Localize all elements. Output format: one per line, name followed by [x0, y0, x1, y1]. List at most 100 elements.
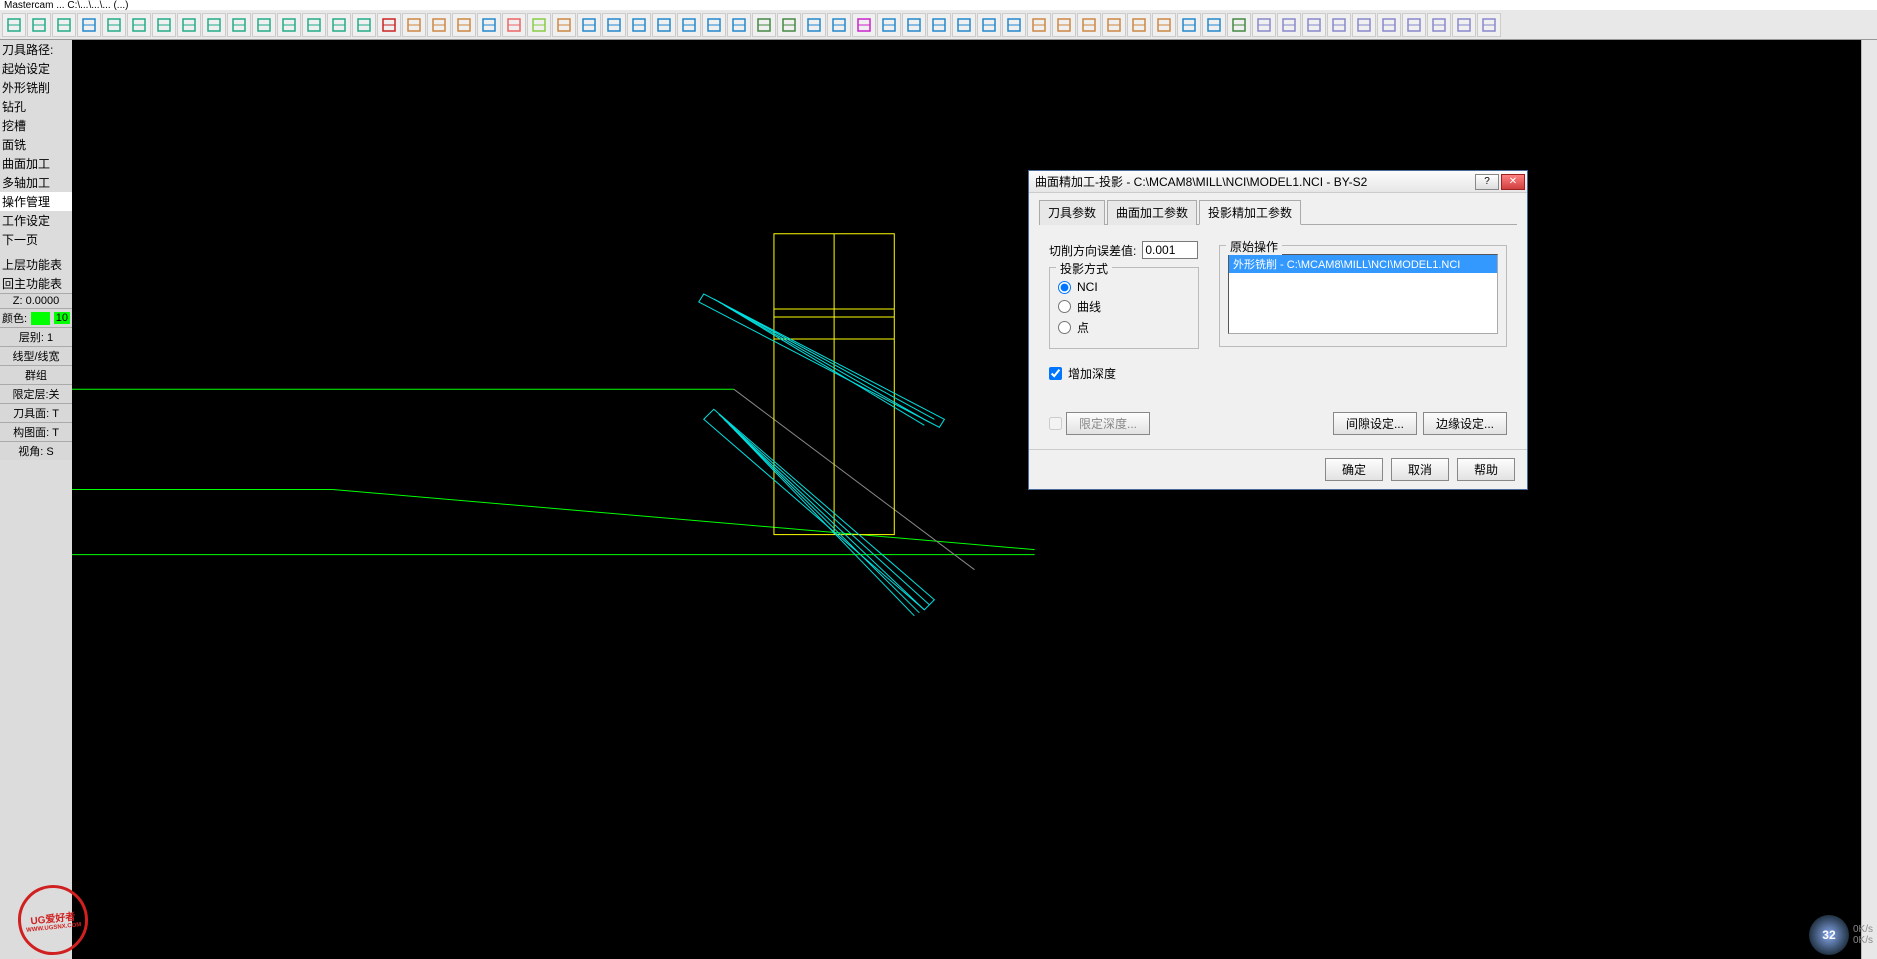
- cancel-button[interactable]: 取消: [1391, 458, 1449, 481]
- toolbar-button-28[interactable]: [702, 13, 726, 37]
- toolbar-button-52[interactable]: [1302, 13, 1326, 37]
- radio-curve[interactable]: [1058, 300, 1071, 313]
- toolbar-button-40[interactable]: [1002, 13, 1026, 37]
- source-op-item[interactable]: 外形铣削 - C:\MCAM8\MILL\NCI\MODEL1.NCI: [1229, 255, 1497, 273]
- toolbar-button-54[interactable]: [1352, 13, 1376, 37]
- status-level[interactable]: 层别: 1: [0, 327, 72, 346]
- edge-settings-button[interactable]: 边缘设定...: [1423, 412, 1507, 435]
- toolbar-button-9[interactable]: [227, 13, 251, 37]
- toolbar-button-4[interactable]: [102, 13, 126, 37]
- radio-nci[interactable]: [1058, 281, 1071, 294]
- toolbar-button-49[interactable]: [1227, 13, 1251, 37]
- toolbar-button-21[interactable]: [527, 13, 551, 37]
- status-view[interactable]: 视角: S: [0, 441, 72, 460]
- side-item-6[interactable]: 曲面加工: [0, 154, 72, 173]
- speed-gauge[interactable]: 32: [1809, 915, 1849, 955]
- toolbar-button-36[interactable]: [902, 13, 926, 37]
- toolbar-button-51[interactable]: [1277, 13, 1301, 37]
- toolbar-button-2[interactable]: [52, 13, 76, 37]
- toolbar-button-56[interactable]: [1402, 13, 1426, 37]
- toolbar-button-22[interactable]: [552, 13, 576, 37]
- toolbar-button-26[interactable]: [652, 13, 676, 37]
- toolbar-button-48[interactable]: [1202, 13, 1226, 37]
- toolbar-button-37[interactable]: [927, 13, 951, 37]
- toolbar-button-17[interactable]: [427, 13, 451, 37]
- vertical-scrollbar[interactable]: [1861, 40, 1877, 959]
- toolbar-button-38[interactable]: [952, 13, 976, 37]
- status-linetype[interactable]: 线型/线宽: [0, 346, 72, 365]
- side-item-13[interactable]: 回主功能表: [0, 274, 72, 293]
- viewport[interactable]: [72, 40, 1877, 959]
- toolbar-button-24[interactable]: [602, 13, 626, 37]
- toolbar-button-45[interactable]: [1127, 13, 1151, 37]
- side-item-12[interactable]: 上层功能表: [0, 255, 72, 274]
- toolbar-button-33[interactable]: [827, 13, 851, 37]
- toolbar-button-53[interactable]: [1327, 13, 1351, 37]
- toolbar-button-7[interactable]: [177, 13, 201, 37]
- gap-settings-button[interactable]: 间隙设定...: [1333, 412, 1417, 435]
- side-item-7[interactable]: 多轴加工: [0, 173, 72, 192]
- add-depth-checkbox[interactable]: [1049, 367, 1062, 380]
- toolbar-button-10[interactable]: [252, 13, 276, 37]
- help-button[interactable]: 帮助: [1457, 458, 1515, 481]
- side-item-0[interactable]: 刀具路径:: [0, 40, 72, 59]
- toolbar-button-31[interactable]: [777, 13, 801, 37]
- ok-button[interactable]: 确定: [1325, 458, 1383, 481]
- dialog-titlebar[interactable]: 曲面精加工-投影 - C:\MCAM8\MILL\NCI\MODEL1.NCI …: [1029, 171, 1527, 193]
- toolbar-button-20[interactable]: [502, 13, 526, 37]
- toolbar-button-32[interactable]: [802, 13, 826, 37]
- toolbar-button-59[interactable]: [1477, 13, 1501, 37]
- toolbar-button-27[interactable]: [677, 13, 701, 37]
- toolbar-button-15[interactable]: [377, 13, 401, 37]
- help-icon[interactable]: ?: [1475, 174, 1499, 190]
- toolbar-button-44[interactable]: [1102, 13, 1126, 37]
- toolbar-button-41[interactable]: [1027, 13, 1051, 37]
- status-z[interactable]: Z: 0.0000: [0, 293, 72, 308]
- toolbar-button-46[interactable]: [1152, 13, 1176, 37]
- side-item-4[interactable]: 挖槽: [0, 116, 72, 135]
- status-color[interactable]: 颜色: 10: [0, 308, 72, 327]
- toolbar-button-23[interactable]: [577, 13, 601, 37]
- side-item-10[interactable]: 下一页: [0, 230, 72, 249]
- toolbar-button-11[interactable]: [277, 13, 301, 37]
- toolbar-button-19[interactable]: [477, 13, 501, 37]
- tab-surface-params[interactable]: 曲面加工参数: [1107, 200, 1197, 225]
- toolbar-button-16[interactable]: [402, 13, 426, 37]
- toolbar-button-50[interactable]: [1252, 13, 1276, 37]
- toolbar-button-5[interactable]: [127, 13, 151, 37]
- toolbar-button-55[interactable]: [1377, 13, 1401, 37]
- toolbar-button-57[interactable]: [1427, 13, 1451, 37]
- side-item-9[interactable]: 工作设定: [0, 211, 72, 230]
- close-icon[interactable]: ✕: [1501, 174, 1525, 190]
- toolbar-button-1[interactable]: [27, 13, 51, 37]
- radio-point[interactable]: [1058, 321, 1071, 334]
- toolbar-button-6[interactable]: [152, 13, 176, 37]
- toolbar-button-39[interactable]: [977, 13, 1001, 37]
- status-limit[interactable]: 限定层:关: [0, 384, 72, 403]
- toolbar-button-47[interactable]: [1177, 13, 1201, 37]
- toolbar-button-29[interactable]: [727, 13, 751, 37]
- toolbar-button-25[interactable]: [627, 13, 651, 37]
- toolbar-button-18[interactable]: [452, 13, 476, 37]
- toolbar-button-12[interactable]: [302, 13, 326, 37]
- toolbar-button-35[interactable]: [877, 13, 901, 37]
- toolbar-button-13[interactable]: [327, 13, 351, 37]
- toolbar-button-34[interactable]: [852, 13, 876, 37]
- toolbar-button-0[interactable]: [2, 13, 26, 37]
- toolbar-button-14[interactable]: [352, 13, 376, 37]
- toolbar-button-58[interactable]: [1452, 13, 1476, 37]
- side-item-5[interactable]: 面铣: [0, 135, 72, 154]
- status-group[interactable]: 群组: [0, 365, 72, 384]
- status-wcs[interactable]: 构图面: T: [0, 422, 72, 441]
- side-item-1[interactable]: 起始设定: [0, 59, 72, 78]
- tolerance-input[interactable]: [1142, 241, 1198, 259]
- tab-projection-params[interactable]: 投影精加工参数: [1199, 200, 1301, 225]
- source-ops-list[interactable]: 外形铣削 - C:\MCAM8\MILL\NCI\MODEL1.NCI: [1228, 254, 1498, 334]
- toolbar-button-42[interactable]: [1052, 13, 1076, 37]
- side-item-2[interactable]: 外形铣削: [0, 78, 72, 97]
- tab-tool-params[interactable]: 刀具参数: [1039, 200, 1105, 225]
- toolbar-button-30[interactable]: [752, 13, 776, 37]
- side-item-8[interactable]: 操作管理: [0, 192, 72, 211]
- side-item-3[interactable]: 钻孔: [0, 97, 72, 116]
- toolbar-button-3[interactable]: [77, 13, 101, 37]
